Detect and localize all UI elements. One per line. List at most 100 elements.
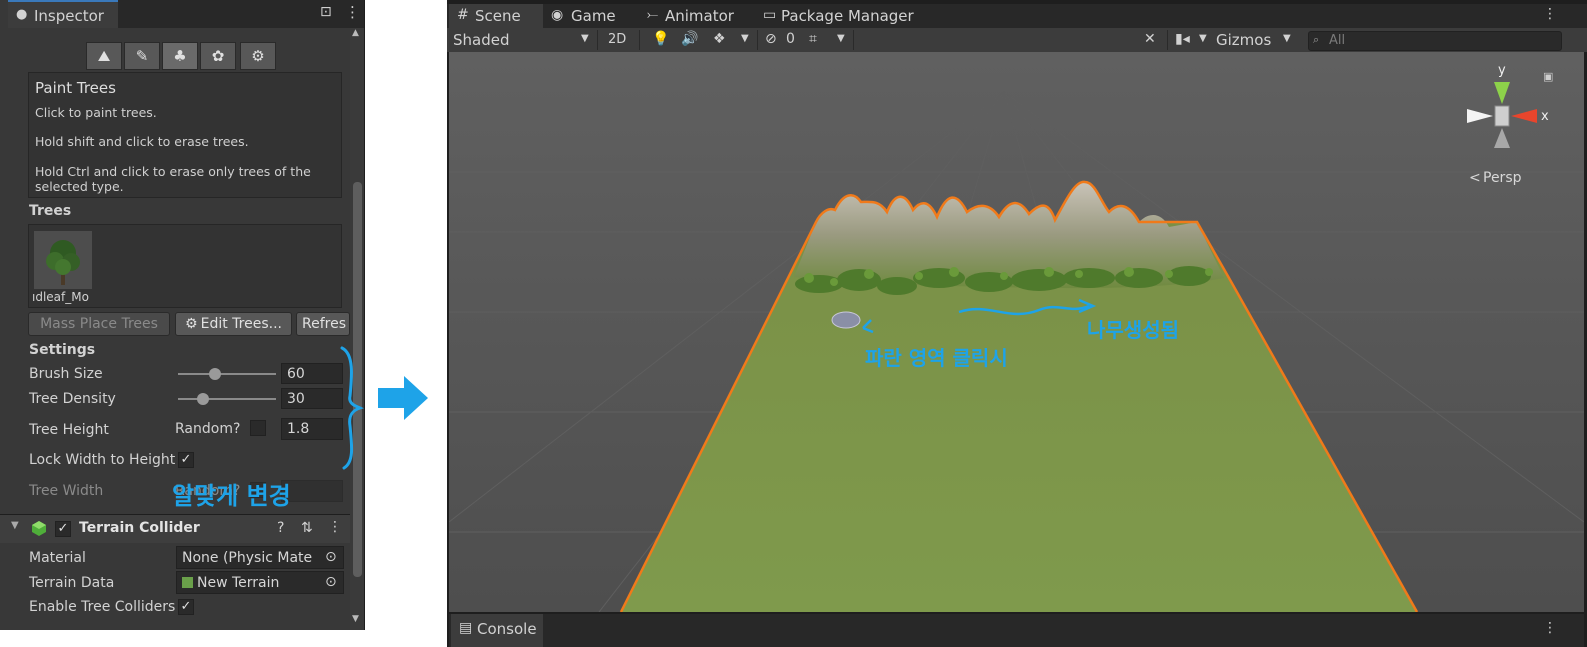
enable-tree-colliders-checkbox[interactable]: ✓: [178, 599, 194, 615]
package-icon: ▭: [763, 7, 777, 23]
trees-section-label: Trees: [29, 203, 72, 219]
brush-size-slider[interactable]: [178, 373, 276, 375]
flower-icon: ✿: [211, 47, 225, 65]
inspector-tab[interactable]: ● Inspector: [8, 0, 118, 28]
effects-toggle-icon[interactable]: ❖: [713, 31, 726, 47]
lock-icon[interactable]: ⊡: [320, 4, 332, 20]
inspector-panel: ● Inspector ⊡ ⋮ ⛰ ✎ ♣ ✿ ⚙ Paint Trees Cl…: [0, 0, 365, 630]
tree-height-label: Tree Height: [29, 422, 109, 438]
component-menu-icon[interactable]: ⋮: [328, 519, 342, 535]
tree-density-label: Tree Density: [29, 391, 116, 407]
tab-game-label: Game: [571, 7, 616, 25]
help-icon[interactable]: ?: [277, 520, 284, 536]
search-input[interactable]: ⌕ All: [1308, 31, 1562, 51]
paint-texture-tool-button[interactable]: ✎: [124, 42, 160, 70]
lock-width-checkbox[interactable]: ✓: [178, 452, 194, 468]
gear-icon: ⚙: [251, 47, 265, 65]
paint-details-tool-button[interactable]: ✿: [200, 42, 236, 70]
audio-toggle-icon[interactable]: 🔊: [681, 31, 698, 47]
paint-trees-help-box: Paint Trees Click to paint trees. Hold s…: [28, 72, 342, 198]
grid-toggle-icon[interactable]: ⌗: [809, 31, 817, 47]
tab-console-label: Console: [477, 620, 537, 638]
tab-game[interactable]: ◉ Game: [547, 4, 637, 28]
annotation-arrow-icon: [378, 376, 428, 420]
enable-tree-colliders-label: Enable Tree Colliders: [29, 599, 175, 615]
annotation-click-note: 파란 영역 클릭시: [865, 346, 1008, 370]
gizmos-dropdown-icon[interactable]: ▼: [1283, 33, 1291, 44]
terrain-data-asset-icon: [182, 577, 193, 588]
gizmos-button[interactable]: Gizmos: [1216, 31, 1271, 49]
annotation-adjust-note: 알맞게 변경: [172, 482, 291, 510]
window-menu-icon[interactable]: ⋮: [1543, 6, 1557, 22]
scroll-up-icon[interactable]: ▲: [352, 28, 359, 38]
help-line: Hold shift and click to erase trees.: [35, 134, 249, 149]
more-menu-icon[interactable]: ⋮: [345, 3, 360, 21]
camera-dropdown-icon[interactable]: ▼: [1199, 33, 1207, 44]
tab-scene[interactable]: # Scene: [449, 4, 543, 28]
terrain-settings-tool-button[interactable]: ⚙: [240, 42, 276, 70]
gizmo-lock-icon[interactable]: ▣: [1543, 70, 1553, 83]
gear-icon: ⚙: [185, 316, 198, 332]
tab-scene-label: Scene: [475, 7, 521, 25]
shading-mode-dropdown[interactable]: Shaded ▼: [449, 28, 593, 52]
terrain-data-field[interactable]: New Terrain: [176, 571, 344, 594]
terrain-collider-header[interactable]: ▼ ✓ Terrain Collider ? ⇅ ⋮: [0, 514, 364, 543]
terrain-collider-cube-icon: [32, 521, 46, 536]
gizmo-x-label: x: [1541, 109, 1549, 124]
gizmo-y-label: y: [1498, 63, 1506, 78]
raise-terrain-tool-button[interactable]: ⛰: [86, 42, 122, 70]
tree-density-slider[interactable]: [178, 398, 276, 400]
scene-render: y x ▣ < Persp: [449, 52, 1584, 612]
scene-viewport[interactable]: y x ▣ < Persp 파란 영역 클릭시 나무생성됨: [449, 52, 1584, 612]
chevron-down-icon: ▼: [581, 33, 589, 44]
scene-toolbar: Shaded ▼ 2D 💡 🔊 ❖ ▼ ⊘ 0 ⌗ ▼ ✕ ▮◂ ▼ Gizmo…: [447, 28, 1587, 52]
grid-dropdown-icon[interactable]: ▼: [837, 33, 845, 44]
tree-width-label: Tree Width: [29, 483, 104, 499]
object-picker-icon[interactable]: ⊙: [325, 574, 337, 590]
paint-trees-tool-button[interactable]: ♣: [162, 42, 198, 70]
material-field[interactable]: None (Physic Mate: [176, 546, 344, 569]
persp-arrow-icon: <: [1469, 170, 1481, 186]
brush-size-field[interactable]: 60: [281, 363, 343, 384]
mass-place-trees-button[interactable]: Mass Place Trees: [28, 312, 170, 336]
mountain-icon: ⛰: [97, 47, 111, 65]
tree-height-field[interactable]: 1.8: [281, 418, 343, 440]
tab-package-manager[interactable]: ▭ Package Manager: [759, 4, 919, 28]
tree-icon: ♣: [173, 47, 187, 65]
annotation-grow-note: 나무생성됨: [1087, 318, 1179, 342]
console-icon: ▤: [459, 620, 473, 636]
edit-trees-button[interactable]: ⚙ Edit Trees...: [175, 312, 292, 336]
tab-console[interactable]: ▤ Console: [451, 614, 543, 647]
scene-visibility-icon[interactable]: ⊘: [765, 31, 777, 47]
toolbar-separator: [1167, 30, 1168, 50]
console-menu-icon[interactable]: ⋮: [1543, 620, 1557, 636]
persp-label[interactable]: Persp: [1483, 170, 1522, 186]
refresh-button[interactable]: Refres: [296, 312, 350, 336]
tab-animator-label: Animator: [665, 7, 734, 25]
tree-prototype-list: ıdleaf_Mo: [28, 224, 342, 308]
edit-trees-label: Edit Trees...: [200, 316, 282, 332]
help-line: selected type.: [35, 179, 124, 194]
effects-dropdown-icon[interactable]: ▼: [741, 33, 749, 44]
scroll-down-icon[interactable]: ▼: [352, 614, 359, 624]
tree-height-random-checkbox[interactable]: [250, 420, 266, 436]
brush-icon: ✎: [135, 47, 149, 65]
help-title: Paint Trees: [35, 79, 116, 97]
fold-arrow-icon[interactable]: ▼: [11, 520, 19, 531]
lighting-toggle-icon[interactable]: 💡: [652, 31, 669, 47]
2d-toggle-button[interactable]: 2D: [608, 32, 626, 47]
terrain-data-label: Terrain Data: [29, 575, 115, 591]
grid-icon: #: [457, 7, 469, 23]
tools-icon[interactable]: ✕: [1144, 31, 1156, 47]
tab-animator[interactable]: ⤚ Animator: [643, 4, 747, 28]
tree-density-slider-handle[interactable]: [196, 393, 209, 405]
camera-icon[interactable]: ▮◂: [1175, 31, 1190, 47]
object-picker-icon[interactable]: ⊙: [325, 549, 337, 565]
brush-size-slider-handle[interactable]: [209, 368, 222, 380]
tree-density-field[interactable]: 30: [281, 388, 343, 409]
preset-icon[interactable]: ⇅: [301, 520, 313, 536]
search-placeholder: All: [1329, 33, 1346, 48]
terrain-collider-enabled-checkbox[interactable]: ✓: [55, 521, 71, 537]
console-bar: ▤ Console ⋮: [449, 614, 1584, 647]
tree-prototype-thumbnail[interactable]: [34, 231, 92, 289]
